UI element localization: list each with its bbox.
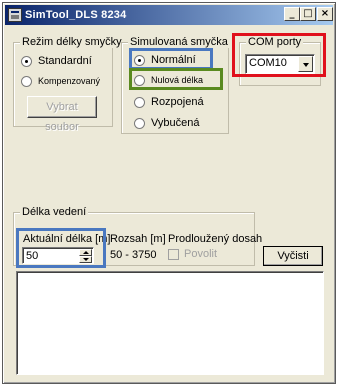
output-area[interactable] — [16, 271, 324, 375]
allow-label: Povolit — [184, 248, 218, 260]
minimize-button[interactable]: _ — [284, 7, 300, 21]
window-title: SimTool_DLS 8234 — [25, 9, 127, 21]
radio-excited-label: Vybučená — [151, 117, 200, 129]
com-port-highlight — [232, 33, 326, 77]
line-length-legend: Délka vedení — [20, 206, 89, 218]
title-bar[interactable]: SimTool_DLS 8234 _ □ × — [5, 5, 333, 25]
clear-button[interactable]: Vyčisti — [263, 246, 323, 266]
allow-checkbox[interactable] — [168, 249, 179, 260]
close-button[interactable]: × — [317, 7, 333, 21]
select-file-button[interactable]: Vybrat soubor — [27, 96, 97, 133]
range-label: Rozsah [m] — [110, 233, 166, 245]
normal-option-highlight — [129, 48, 213, 70]
main-window: SimTool_DLS 8234 _ □ × Režim délky smyčk… — [2, 2, 336, 384]
loop-mode-legend: Režim délky smyčky — [20, 36, 124, 48]
extended-range-label: Prodloužený dosah — [168, 233, 263, 245]
radio-dot — [134, 97, 145, 108]
zero-length-option-highlight — [129, 68, 223, 90]
simulated-loop-legend: Simulovaná smyčka — [128, 36, 230, 48]
radio-dot-checked — [21, 56, 32, 67]
radio-dot — [134, 118, 145, 129]
radio-standard-label: Standardní — [38, 55, 92, 67]
radio-compensated-label: Kompenzovaný — [38, 76, 101, 86]
maximize-button[interactable]: □ — [300, 7, 316, 21]
radio-open-label: Rozpojená — [151, 96, 204, 108]
loop-mode-group: Režim délky smyčky Standardní Kompenzova… — [13, 36, 124, 133]
current-length-highlight — [16, 228, 106, 268]
range-value: 50 - 3750 — [110, 249, 157, 261]
app-icon — [8, 8, 22, 22]
radio-dot — [21, 76, 32, 87]
